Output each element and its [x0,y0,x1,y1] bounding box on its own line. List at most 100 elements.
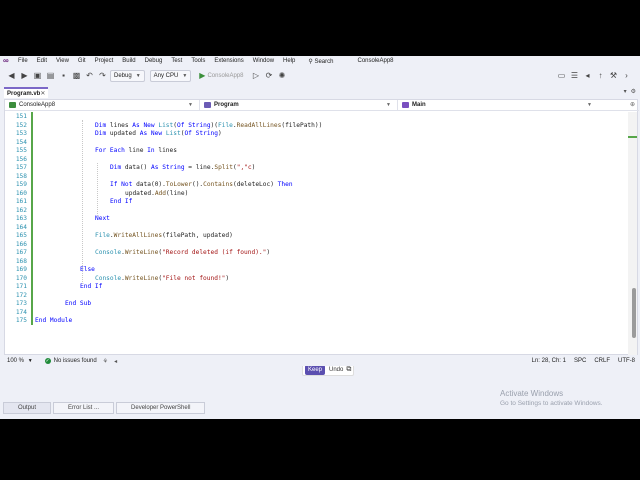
code-token: (filePath)) [281,121,323,129]
forward-icon[interactable]: ▶ [19,70,30,81]
project-dropdown[interactable]: ConsoleApp8 ▼ [5,99,200,111]
start-without-debugging-icon[interactable]: ▷ [250,70,261,81]
vertical-scrollbar[interactable] [628,112,637,355]
code-line[interactable]: 151 [5,113,625,122]
code-line[interactable]: 153 Dim updated As New List(Of String) [5,130,625,139]
code-line[interactable]: 174 [5,309,625,318]
menu-test[interactable]: Test [171,56,182,66]
line-number: 158 [15,172,27,180]
flame-icon[interactable]: ✺ [276,70,287,81]
menu-build[interactable]: Build [122,56,135,66]
save-icon[interactable]: ▪ [58,70,69,81]
undo-icon[interactable]: ↶ [84,70,95,81]
zoom-dropdown[interactable]: 100 % ▼ [7,358,33,364]
editor-status-bar: 100 % ▼ ✓ No issues found ⚘ ◂ Ln: 28, Ch… [4,356,638,366]
open-file-icon[interactable]: ▤ [45,70,56,81]
code-line[interactable]: 160 updated.Add(line) [5,190,625,199]
platform-dropdown[interactable]: Any CPU ▼ [149,69,192,82]
code-line[interactable]: 172 [5,292,625,301]
search-box[interactable]: ⚲ Search [308,58,333,65]
run-target: ConsoleApp8 [207,72,244,79]
menu-help[interactable]: Help [283,56,295,66]
code-line[interactable]: 171 End If [5,283,625,292]
brush-icon[interactable]: ⚘ [103,358,108,365]
keep-button[interactable]: Keep [305,364,326,375]
line-number: 167 [15,249,27,256]
code-token: Dim [110,164,122,171]
split-editor-icon[interactable]: ⊕ [630,101,635,108]
menu-git[interactable]: Git [78,56,86,66]
code-line[interactable]: 155 For Each line In lines [5,147,625,156]
menu-window[interactable]: Window [253,56,274,66]
menu-debug[interactable]: Debug [145,56,163,66]
code-token: WriteAllLines [113,232,163,239]
overflow-icon[interactable]: › [621,70,632,81]
code-line[interactable]: 173 End Sub [5,300,625,309]
diff-icon[interactable]: ⧉ [346,366,351,374]
tab-output[interactable]: Output [3,401,52,414]
undo-button[interactable]: Undo [329,367,343,373]
code-line[interactable]: 167 Console.WriteLine("Record deleted (if… [5,249,625,258]
indent-guide [82,120,83,284]
member-dropdown[interactable]: Main ▼ [398,100,598,111]
code-line[interactable]: 168 [5,258,625,267]
code-line[interactable]: 163 Next [5,215,625,224]
code-line[interactable]: 161 End If [5,198,625,207]
code-line[interactable]: 175 End Module [5,317,625,326]
line-number: 174 [15,308,27,316]
menu-tools[interactable]: Tools [191,56,205,66]
line-ending[interactable]: CRLF [594,358,610,364]
menu-extensions[interactable]: Extensions [214,56,243,66]
line-number: 151 [15,113,27,120]
code-line[interactable]: 165 File.WriteAllLines(filePath, updated) [5,232,625,241]
menu-file[interactable]: File [18,56,28,66]
arrow-left-right-icon[interactable]: ◂ [114,358,117,365]
back-icon[interactable]: ◀ [6,70,17,81]
save-all-icon[interactable]: ▩ [71,70,82,81]
code-token: List [165,130,181,137]
chevron-down-icon[interactable]: ▾ [624,88,627,95]
new-project-icon[interactable]: ▣ [32,70,43,81]
settings-icon[interactable]: ⚙ [631,88,636,95]
close-icon[interactable]: ✕ [40,90,45,97]
code-editor[interactable]: ConsoleApp8 ▼ Program ▼ Main ▼ ⊕ 151 152 D… [4,99,639,355]
encoding[interactable]: UTF-8 [618,358,635,364]
start-debugging-button[interactable]: ▶ ConsoleApp8 [196,70,246,82]
code-area[interactable]: 151 152 Dim lines As New List(Of String)(F… [5,112,639,355]
tab-developer-powershell[interactable]: Developer PowerShell [116,401,206,414]
code-line[interactable]: 162 [5,207,625,216]
redo-icon[interactable]: ↷ [97,70,108,81]
code-line[interactable]: 156 [5,156,625,165]
project-name: ConsoleApp8 [19,102,56,108]
scroll-thumb[interactable] [632,288,636,338]
code-line[interactable]: 157 Dim data() As String = line.Split(","… [5,164,625,173]
menu-edit[interactable]: Edit [37,56,47,66]
document-icon[interactable]: ▭ [556,70,567,81]
code-line[interactable]: 154 [5,139,625,148]
whitespace-mode[interactable]: SPC [574,358,586,364]
tools-icon[interactable]: ⚒ [608,70,619,81]
tab-error-list[interactable]: Error List ... [53,401,115,414]
line-number: 154 [15,138,27,146]
tab-program-vb[interactable]: Program.vb ✕ [4,87,48,98]
step-back-icon[interactable]: ◂ [582,70,593,81]
line-number: 156 [15,155,27,163]
comment-icon[interactable]: ☰ [569,70,580,81]
type-dropdown[interactable]: Program ▼ [200,99,398,111]
code-line[interactable]: 152 Dim lines As New List(Of String)(File… [5,122,625,131]
code-line[interactable]: 164 [5,224,625,233]
code-line[interactable]: 169 Else [5,266,625,275]
menu-project[interactable]: Project [95,56,114,66]
configuration-dropdown[interactable]: Debug ▼ [110,69,145,82]
tab-label: Program.vb [7,90,41,97]
code-line[interactable]: 159 If Not data(0).ToLower().Contains(del… [5,181,625,190]
line-number: 152 [15,121,27,129]
arrow-up-icon[interactable]: ↑ [595,70,606,81]
code-line[interactable]: 166 [5,241,625,250]
cursor-position[interactable]: Ln: 28, Ch: 1 [532,358,566,364]
menu-view[interactable]: View [56,56,69,66]
hot-reload-icon[interactable]: ⟳ [263,70,274,81]
issues-indicator[interactable]: ✓ No issues found [44,358,97,364]
code-line[interactable]: 170 Console.WriteLine("File not found!") [5,275,625,284]
code-line[interactable]: 158 [5,173,625,182]
